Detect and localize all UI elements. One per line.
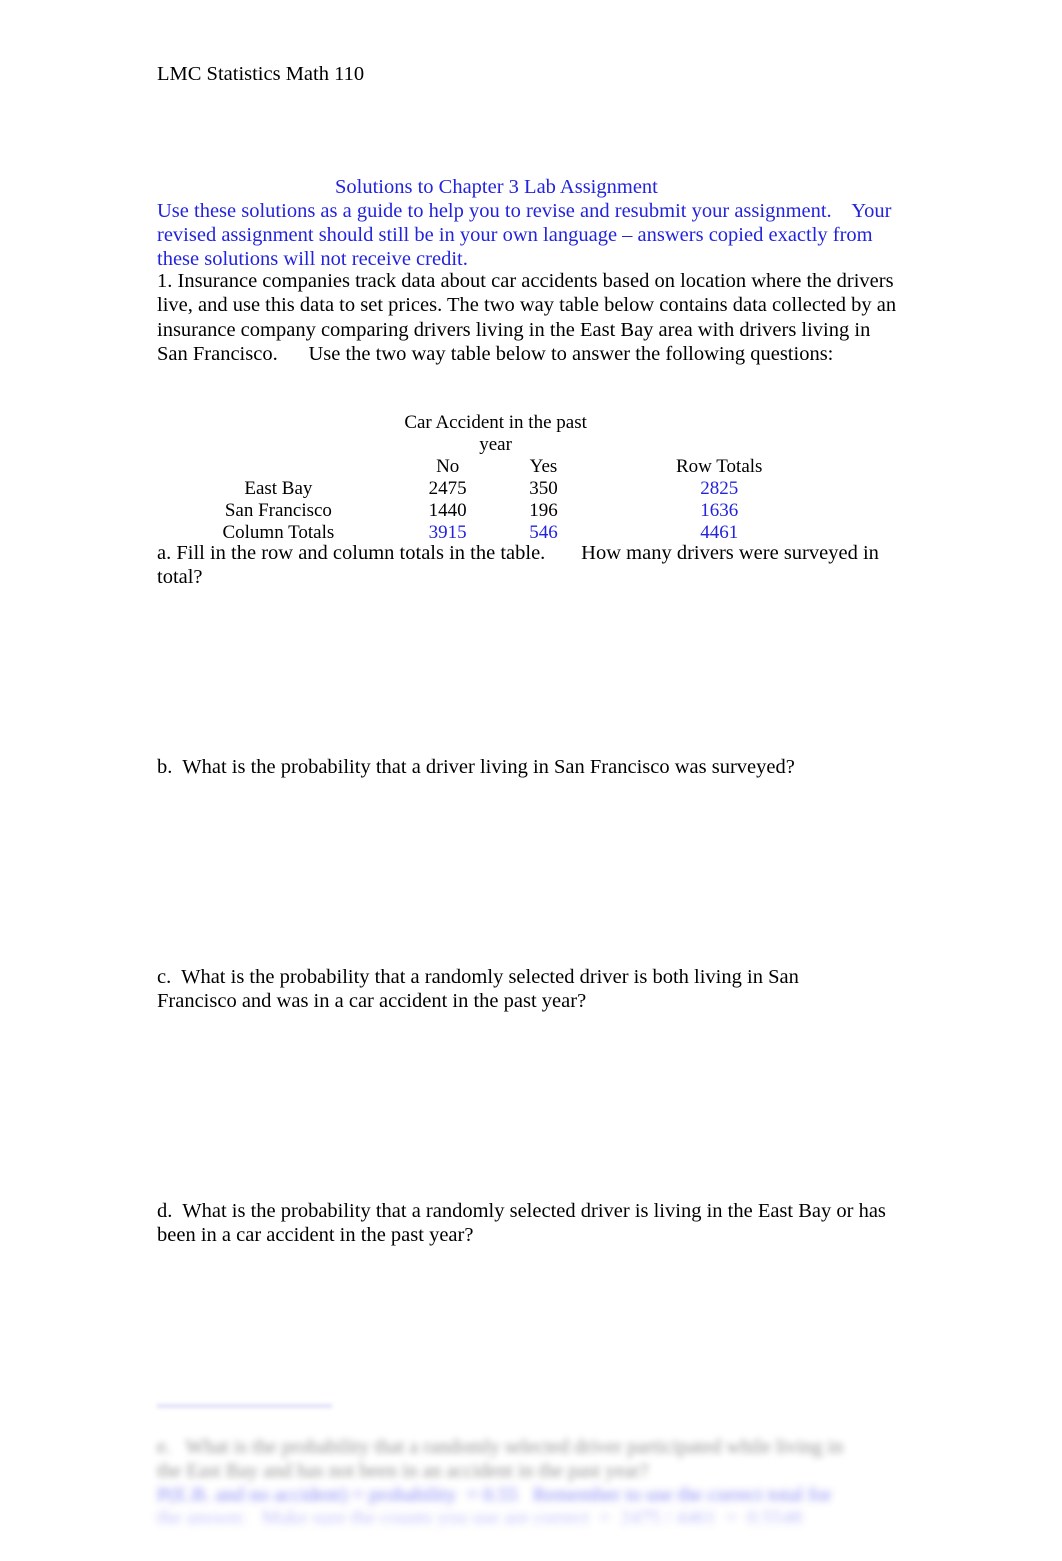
span-header-spacer xyxy=(157,412,400,456)
table-header-row: No Yes Row Totals xyxy=(157,456,847,478)
row-label-san-francisco: San Francisco xyxy=(224,500,332,521)
question-part-b: b. What is the probability that a driver… xyxy=(157,756,795,778)
header-corner-blank xyxy=(157,456,400,478)
question-1-intro: 1. Insurance companies track data about … xyxy=(157,270,902,365)
row-label-east-bay: East Bay xyxy=(244,478,313,499)
question-part-a: a. Fill in the row and column totals in … xyxy=(157,542,885,589)
blurred-bottom-fragment: e. What is the probability that a random… xyxy=(0,1395,1062,1561)
two-way-table: Car Accident in the past year No Yes Row… xyxy=(157,412,847,544)
cell-east-bay-no: 2475 xyxy=(428,478,467,499)
solutions-title-line: Solutions to Chapter 3 Lab Assignment xyxy=(335,175,658,198)
question-part-e-blurred: e. What is the probability that a random… xyxy=(157,1436,849,1482)
table-row: San Francisco 1440 196 1636 xyxy=(157,500,847,522)
header-yes: Yes xyxy=(529,456,558,477)
cell-east-bay-row-total: 2825 xyxy=(700,478,739,499)
question-part-d: d. What is the probability that a random… xyxy=(157,1200,892,1247)
horizontal-rule xyxy=(157,1405,332,1407)
table-row: East Bay 2475 350 2825 xyxy=(157,478,847,500)
cell-east-bay-yes: 350 xyxy=(529,478,558,499)
question-part-c: c. What is the probability that a random… xyxy=(157,966,804,1013)
cell-san-francisco-no: 1440 xyxy=(428,500,467,521)
document-page: LMC Statistics Math 110 Solutions to Cha… xyxy=(0,0,1062,1561)
answer-part-e-blurred: P(E.B. and no accident) = probability = … xyxy=(157,1484,837,1530)
solutions-title-body: Use these solutions as a guide to help y… xyxy=(157,199,897,271)
header-no: No xyxy=(436,456,460,477)
two-way-table-wrapper: Car Accident in the past year No Yes Row… xyxy=(157,412,877,544)
course-header: LMC Statistics Math 110 xyxy=(157,63,365,85)
span-header-car-accident: Car Accident in the past year xyxy=(404,412,587,455)
header-row-totals: Row Totals xyxy=(675,456,763,477)
cell-san-francisco-row-total: 1636 xyxy=(700,500,739,521)
cell-san-francisco-yes: 196 xyxy=(529,500,558,521)
span-header-spacer-right xyxy=(591,412,847,456)
table-span-header-row: Car Accident in the past year xyxy=(157,412,847,456)
